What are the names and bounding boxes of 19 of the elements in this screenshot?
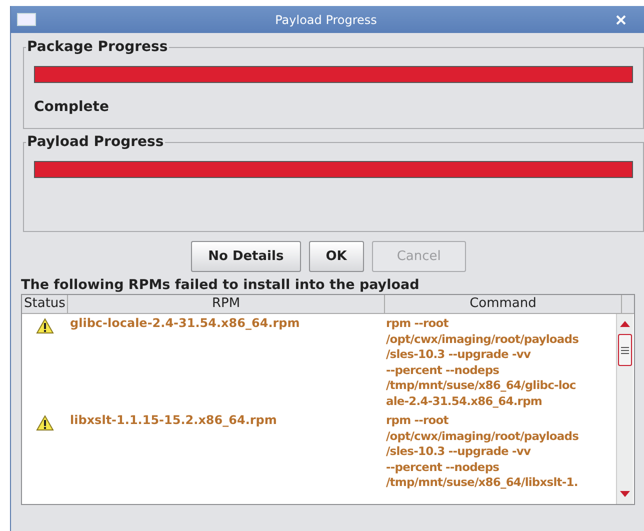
dialog-button[interactable]: OK: [308, 241, 364, 272]
command-text: rpm --root /opt/cwx/imaging/root/payloads /sles-10.3 --upgrade -vv --percent --nodeps /tmp/mnt/suse/x86_64/libxslt-1.: [386, 413, 580, 490]
group-title: Package Progress: [26, 39, 169, 55]
failed-label: The following RPMs failed to install into the payload: [21, 277, 420, 293]
column-header[interactable]: RPM: [68, 295, 385, 313]
command-text: rpm --root /opt/cwx/imaging/root/payloads /sles-10.3 --upgrade -vv --percent --nodeps /tmp/mnt/suse/x86_64/glibc-loc ale-2.4-31.54.x86_64.rpm: [386, 316, 580, 409]
rpm-name: libxslt-1.1.15-15.2.x86_64.rpm: [70, 413, 277, 427]
scroll-up-icon[interactable]: [619, 320, 631, 328]
column-header[interactable]: Command: [385, 295, 622, 313]
window-title: Payload Progress: [275, 12, 377, 26]
scroll-down-icon[interactable]: [619, 490, 631, 498]
scroll-thumb[interactable]: [618, 334, 632, 366]
close-icon[interactable]: [616, 14, 626, 24]
scrollbar[interactable]: [616, 314, 633, 504]
rpm-name: glibc-locale-2.4-31.54.x86_64.rpm: [70, 316, 300, 330]
status-text: Complete: [34, 99, 110, 115]
column-header[interactable]: Status: [22, 295, 68, 313]
dialog-button[interactable]: No Details: [191, 241, 301, 272]
group-title: Payload Progress: [26, 134, 165, 150]
